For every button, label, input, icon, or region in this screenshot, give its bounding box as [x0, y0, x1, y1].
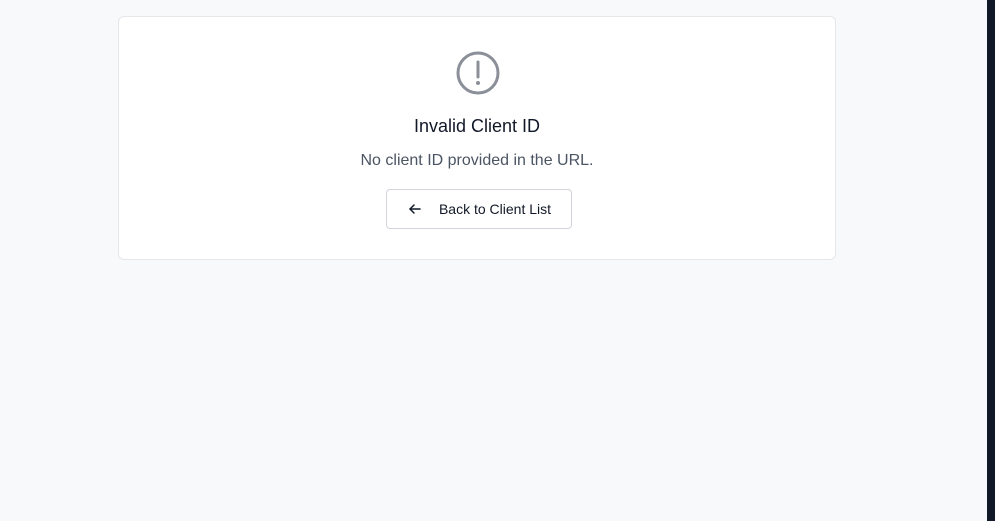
- back-button-label: Back to Client List: [438, 201, 552, 217]
- page: Invalid Client ID No client ID provided …: [0, 0, 995, 521]
- error-message: No client ID provided in the URL.: [360, 152, 594, 169]
- arrow-left-icon: [409, 204, 421, 214]
- back-to-client-list-button[interactable]: Back to Client List: [386, 189, 572, 229]
- right-window-edge: [987, 0, 995, 521]
- alert-circle-icon: [456, 51, 500, 95]
- error-card: Invalid Client ID No client ID provided …: [118, 16, 836, 260]
- error-title: Invalid Client ID: [413, 116, 541, 136]
